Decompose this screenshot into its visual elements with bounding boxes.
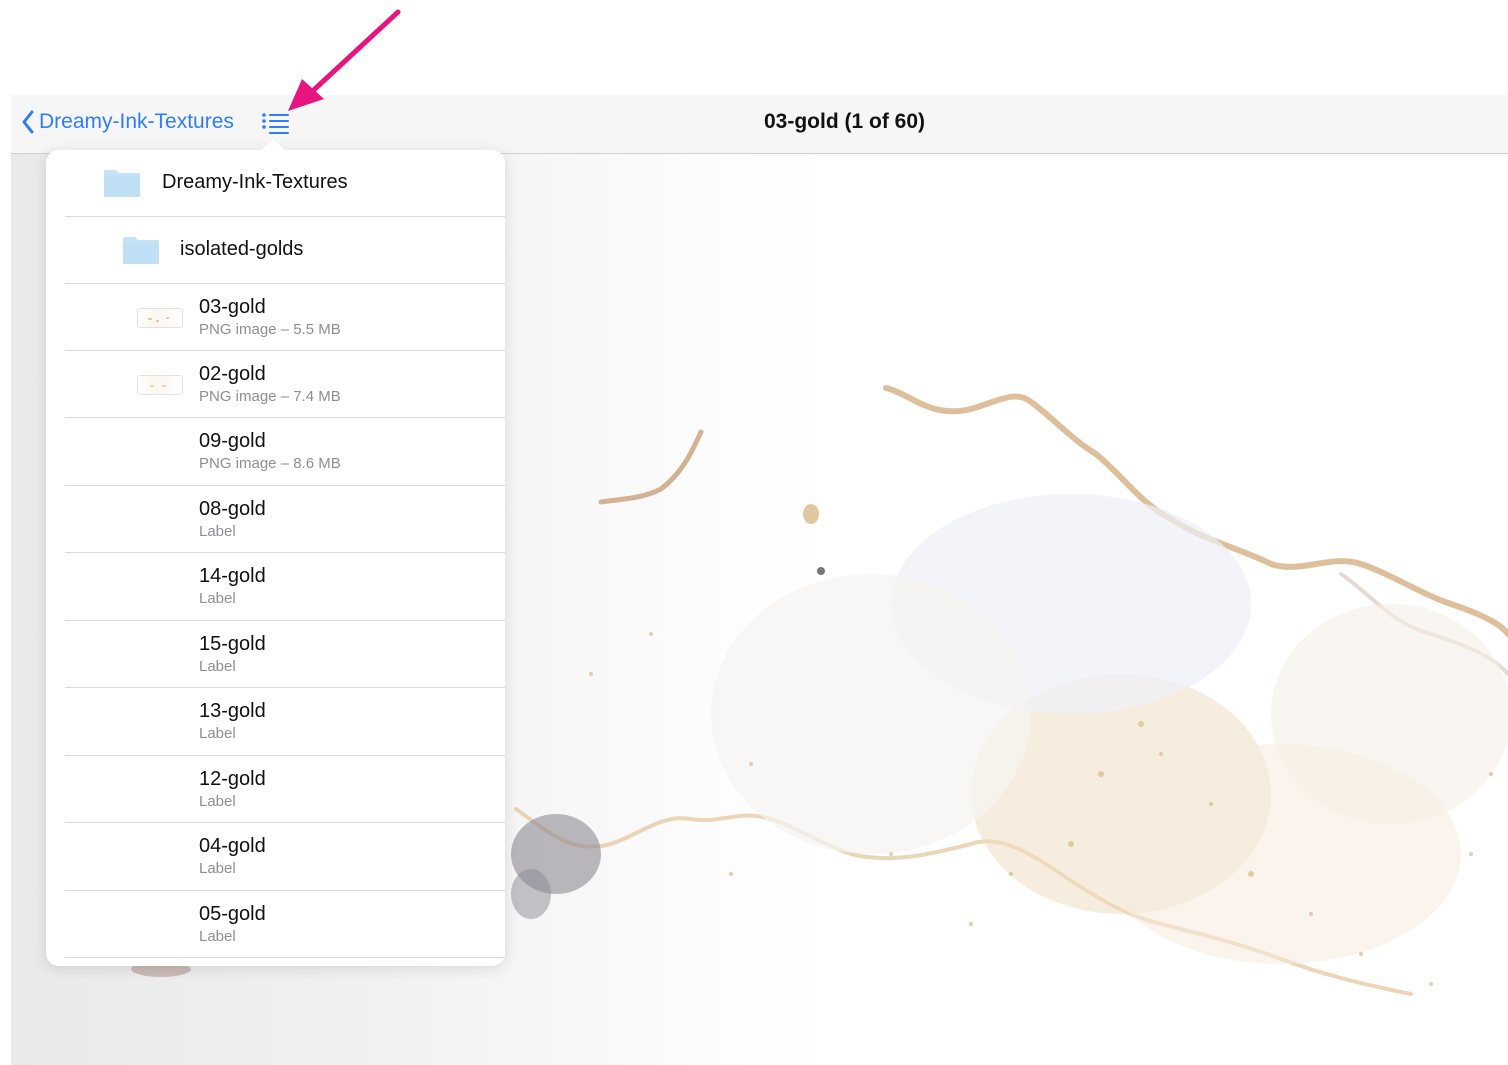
list-item-subtitle: Label [199, 928, 236, 945]
list-item[interactable]: 05-gold Label [65, 891, 505, 958]
list-item-title: 08-gold [199, 498, 266, 520]
image-thumbnail-icon [137, 308, 183, 328]
list-item-subtitle: Label [199, 658, 236, 675]
list-item-title: 04-gold [199, 835, 266, 857]
folder-icon [104, 170, 140, 197]
list-item[interactable]: 15-gold Label [65, 621, 505, 688]
navigation-bar: Dreamy-Ink-Textures 03-gold (1 of 60) [11, 95, 1508, 154]
list-item-subtitle: PNG image – 8.6 MB [199, 455, 341, 472]
list-item-title: 02-gold [199, 363, 266, 385]
list-item-title: 13-gold [199, 700, 266, 722]
image-thumbnail-icon [137, 375, 183, 395]
list-item[interactable]: 02-gold PNG image – 7.4 MB [65, 351, 505, 418]
list-item[interactable]: 09-gold PNG image – 8.6 MB [65, 418, 505, 486]
list-item-folder[interactable]: isolated-golds [65, 217, 505, 284]
list-item-title: 12-gold [199, 768, 266, 790]
list-item-title: 14-gold [199, 565, 266, 587]
list-item[interactable]: 03-gold PNG image – 5.5 MB [65, 284, 505, 351]
list-item-subtitle: Label [199, 860, 236, 877]
list-item[interactable]: 08-gold Label [65, 486, 505, 553]
popover-arrow [261, 139, 285, 151]
page-title: 03-gold (1 of 60) [763, 110, 926, 133]
list-item-subtitle: PNG image – 7.4 MB [199, 388, 341, 405]
list-item-subtitle: Label [199, 725, 236, 742]
folder-icon [123, 237, 159, 264]
list-item-title: isolated-golds [180, 238, 304, 260]
list-item[interactable]: 04-gold Label [65, 823, 505, 891]
list-item-title: 09-gold [199, 430, 266, 452]
list-item-subtitle: Label [199, 523, 236, 540]
list-item[interactable]: 14-gold Label [65, 553, 505, 621]
list-item-folder[interactable]: Dreamy-Ink-Textures [65, 150, 505, 217]
list-item-title: 05-gold [199, 903, 266, 925]
list-item-subtitle: PNG image – 5.5 MB [199, 321, 341, 338]
list-item[interactable]: 12-gold Label [65, 756, 505, 823]
list-item-subtitle: Label [199, 590, 236, 607]
list-item-title: 03-gold [199, 296, 266, 318]
list-item[interactable]: 13-gold Label [65, 688, 505, 756]
list-item-subtitle: Label [199, 793, 236, 810]
annotation-arrow [288, 9, 401, 111]
file-list-popover: Dreamy-Ink-Textures isolated-golds 03-go… [46, 150, 505, 966]
list-item-title: Dreamy-Ink-Textures [162, 171, 348, 193]
list-item-title: 15-gold [199, 633, 266, 655]
